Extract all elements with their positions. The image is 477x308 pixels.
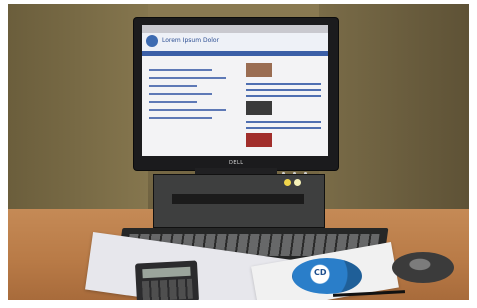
sidebar-photo <box>246 63 272 77</box>
site-header: Lorem Ipsum Dolor <box>142 33 328 51</box>
sidebar-photo <box>246 101 272 115</box>
cd-disc <box>292 258 362 294</box>
content-link <box>149 85 198 87</box>
calculator-display <box>142 266 191 279</box>
content-link <box>149 109 227 111</box>
sidebar <box>246 63 321 148</box>
content-link <box>149 93 213 95</box>
site-title: Lorem Ipsum Dolor <box>162 37 220 44</box>
content-link <box>149 101 198 103</box>
calculator-buttons <box>141 278 193 300</box>
power-led <box>284 179 291 186</box>
content-link <box>149 117 213 119</box>
content-link <box>149 69 213 71</box>
drive-slot <box>172 194 304 204</box>
wall-left <box>8 4 148 224</box>
sidebar-line <box>246 121 321 123</box>
monitor-buttons <box>268 160 328 175</box>
content-links <box>149 63 237 143</box>
site-logo <box>146 35 158 47</box>
wall-right <box>319 4 469 219</box>
sidebar-photo <box>246 133 272 147</box>
site-nav-bar <box>142 51 328 56</box>
sidebar-line <box>246 95 321 97</box>
scene: Lorem Ipsum Dolor DELL CD <box>8 4 469 300</box>
sidebar-line <box>246 89 321 91</box>
activity-led <box>294 179 301 186</box>
monitor-screen: Lorem Ipsum Dolor <box>142 25 328 156</box>
sidebar-line <box>246 127 321 129</box>
monitor-brand: DELL <box>229 160 244 166</box>
calculator <box>134 260 200 300</box>
sidebar-line <box>246 83 321 85</box>
computer-mouse[interactable] <box>392 252 454 283</box>
browser-toolbar <box>142 25 328 33</box>
monitor: Lorem Ipsum Dolor DELL <box>134 18 338 175</box>
content-link <box>149 77 227 79</box>
desktop-computer <box>153 174 325 228</box>
cd-label: CD <box>314 268 327 277</box>
